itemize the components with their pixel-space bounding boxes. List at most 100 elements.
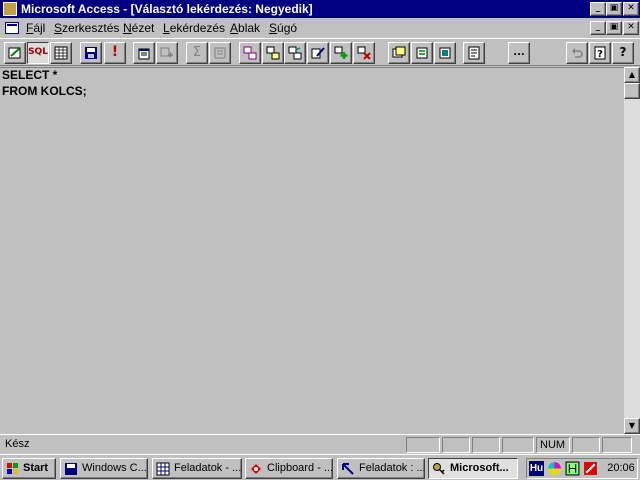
tray-app-icon[interactable] (583, 461, 598, 476)
undo-icon (572, 48, 583, 58)
menu-edit[interactable]: Szerkesztés (54, 18, 119, 38)
clock[interactable]: 20:06 (605, 459, 637, 478)
database-window-icon (392, 46, 406, 58)
delete-x-icon (357, 46, 371, 60)
menu-view[interactable]: Nézet (123, 18, 154, 38)
update-query-button[interactable] (284, 42, 306, 64)
start-button[interactable]: Start (2, 458, 56, 479)
access-app-icon[interactable] (3, 2, 17, 16)
top-values-icon (214, 47, 226, 59)
title-bar[interactable]: Microsoft Access - [Választó lekérdezés:… (0, 0, 640, 18)
task-windows-commander[interactable]: Windows C... (60, 458, 148, 479)
status-bar: Kész NUM (0, 434, 640, 454)
taskbar: Start Windows C... Feladatok - ... Clipb… (0, 454, 640, 480)
make-table-icon (266, 46, 280, 60)
scroll-down-button[interactable]: ▼ (624, 418, 640, 434)
status-indicator-2 (442, 437, 470, 453)
menu-help[interactable]: Súgó (269, 18, 297, 38)
doc-minimize-button[interactable]: _ (590, 21, 606, 35)
plus-icon (334, 46, 348, 59)
undo-button[interactable] (566, 42, 588, 64)
sql-view-button[interactable]: SQL (27, 42, 49, 64)
status-indicator-3 (472, 437, 500, 453)
task-feladatok-1[interactable]: Feladatok - ... (152, 458, 242, 479)
status-indicator-4 (502, 437, 534, 453)
windows-logo-icon (7, 463, 18, 474)
menu-query[interactable]: Lekérdezés (163, 18, 225, 38)
task-label: Windows C... (82, 462, 147, 474)
minimize-button[interactable]: _ (590, 2, 606, 16)
floppy-icon (85, 47, 97, 59)
help-book-icon: ? (594, 46, 606, 60)
properties-icon (138, 48, 150, 60)
restore-button[interactable]: ▣ (606, 2, 622, 16)
task-feladatok-2[interactable]: Feladatok : ... (337, 458, 425, 479)
scroll-thumb[interactable] (624, 83, 640, 99)
scroll-up-button[interactable]: ▲ (624, 67, 640, 83)
vertical-scrollbar[interactable]: ▲ ▼ (624, 67, 640, 434)
doc-restore-button[interactable]: ▣ (606, 21, 622, 35)
floppy-icon (65, 463, 77, 475)
sql-line-1[interactable]: SELECT * (2, 68, 57, 82)
status-indicator-7 (602, 437, 632, 453)
design-view-icon (8, 47, 21, 59)
whats-this-help-button[interactable]: ? (612, 42, 634, 64)
design-view-button[interactable] (4, 42, 26, 64)
new-object-button[interactable] (239, 42, 261, 64)
new-query-icon (416, 47, 428, 59)
menu-window[interactable]: Ablak (230, 18, 260, 38)
menu-bar: Fájl Szerkesztés Nézet Lekérdezés Ablak … (0, 18, 640, 38)
task-clipboard[interactable]: Clipboard - ... (245, 458, 333, 479)
run-button[interactable]: ! (104, 42, 126, 64)
language-indicator[interactable]: Hu (529, 461, 544, 476)
status-text: Kész (5, 438, 30, 450)
clipboard-icon (251, 464, 261, 474)
task-label: Feladatok : ... (359, 462, 425, 474)
database-window-button[interactable] (388, 42, 410, 64)
document-control-icon[interactable] (5, 22, 19, 34)
access-key-icon (433, 463, 445, 475)
build-button[interactable]: ... (508, 42, 530, 64)
datasheet-icon (54, 46, 68, 60)
tables-icon (243, 46, 257, 60)
module-icon (468, 46, 480, 60)
delete-query-button[interactable] (353, 42, 375, 64)
append-query-button[interactable] (330, 42, 352, 64)
task-label: Clipboard - ... (267, 462, 333, 474)
status-indicator-1 (406, 437, 440, 453)
show-table-button[interactable] (156, 42, 178, 64)
status-indicator-6 (572, 437, 600, 453)
start-label: Start (23, 462, 49, 474)
update-icon (288, 46, 302, 60)
properties-button[interactable] (133, 42, 155, 64)
arrow-icon (342, 463, 354, 475)
datasheet-view-button[interactable] (50, 42, 72, 64)
new-form-button[interactable] (434, 42, 456, 64)
top-values-button[interactable] (209, 42, 231, 64)
grid-icon (156, 462, 170, 476)
new-query-button[interactable] (411, 42, 433, 64)
crosstab-query-button[interactable] (307, 42, 329, 64)
code-button[interactable] (463, 42, 485, 64)
pencil-icon (311, 47, 325, 59)
system-tray: Hu 20:06 (526, 458, 638, 479)
sql-line-2[interactable]: FROM KOLCS; (2, 84, 87, 98)
window-title: Microsoft Access - [Választó lekérdezés:… (21, 2, 313, 16)
task-label: Feladatok - ... (174, 462, 242, 474)
task-microsoft-access[interactable]: Microsoft... (428, 458, 518, 479)
new-form-icon (439, 47, 451, 59)
totals-button[interactable]: Σ (186, 42, 208, 64)
show-table-icon (160, 47, 173, 58)
svg-text:?: ? (597, 49, 603, 60)
color-wheel-icon[interactable] (547, 461, 562, 476)
help-topics-button[interactable]: ? (589, 42, 611, 64)
sql-editor[interactable]: SELECT * FROM KOLCS; (0, 67, 624, 434)
task-label: Microsoft... (450, 462, 509, 474)
close-button[interactable]: ✕ (623, 2, 639, 16)
menu-file[interactable]: Fájl (26, 18, 45, 38)
network-icon[interactable] (565, 461, 580, 476)
num-lock-indicator: NUM (536, 437, 570, 453)
doc-close-button[interactable]: ✕ (623, 21, 639, 35)
make-table-query-button[interactable] (262, 42, 284, 64)
save-button[interactable] (80, 42, 102, 64)
